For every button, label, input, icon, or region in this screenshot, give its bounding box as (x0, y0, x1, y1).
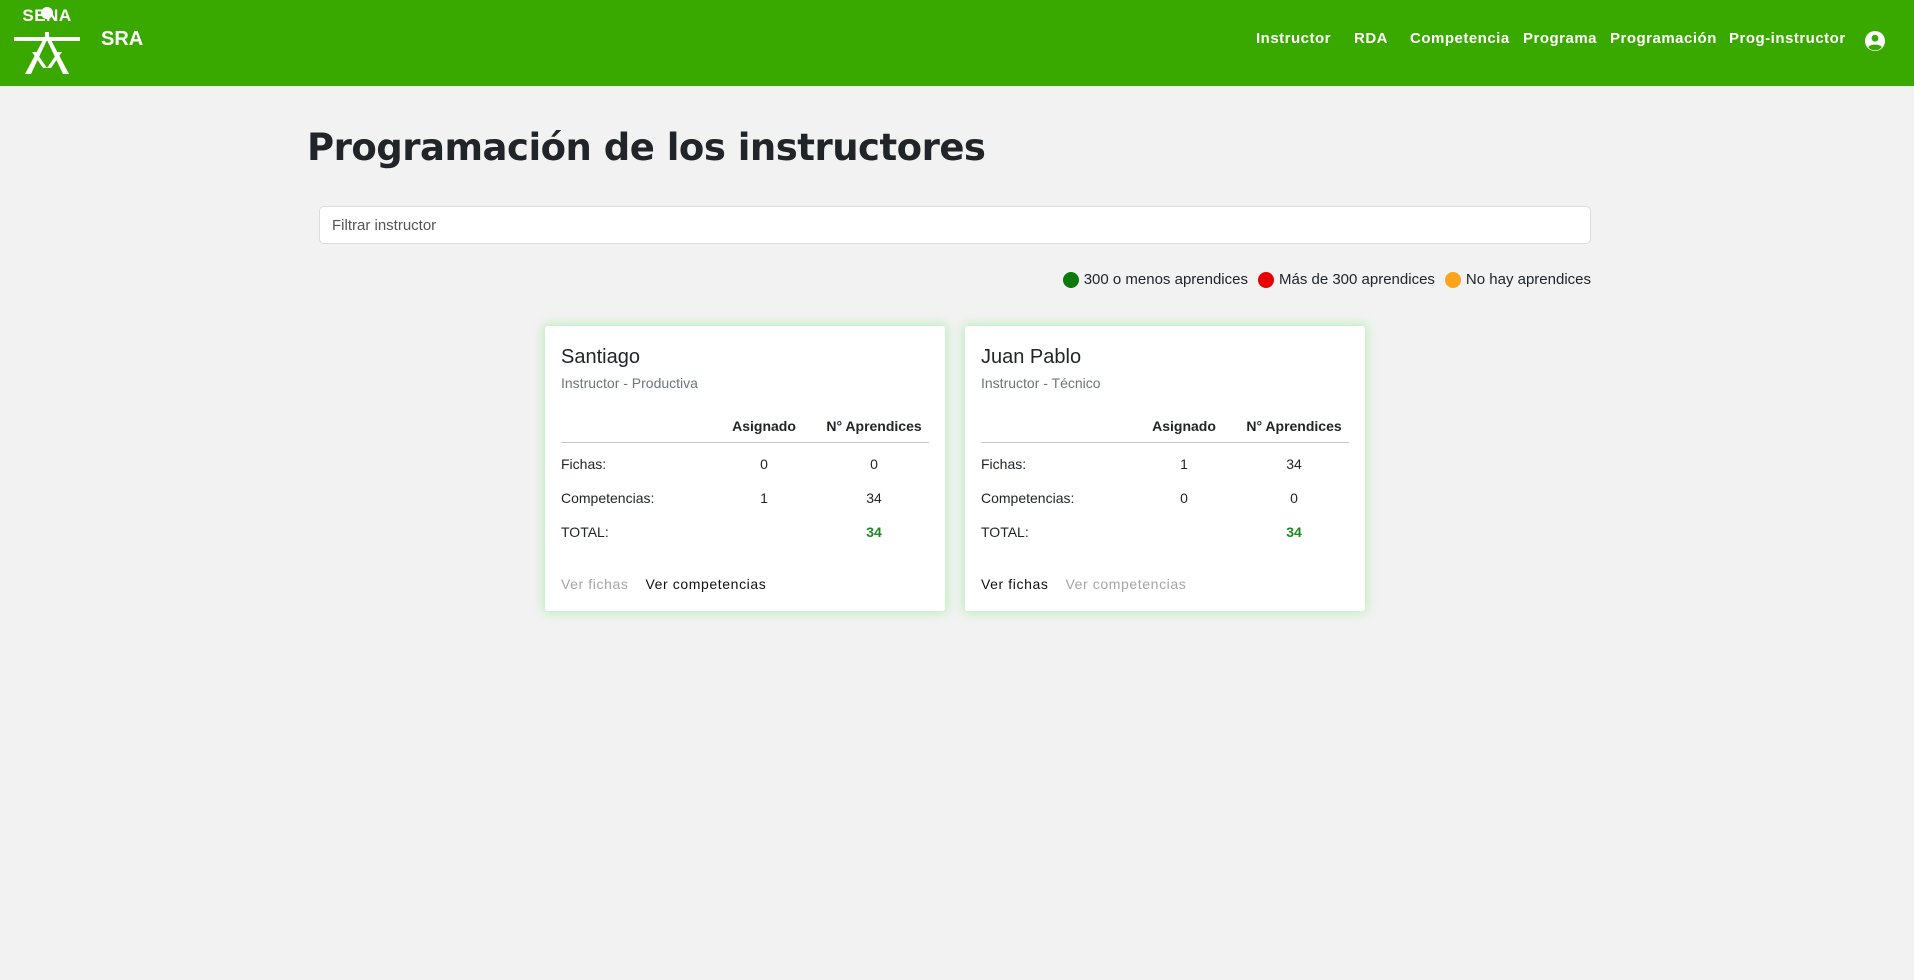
row-label: Fichas: (561, 456, 607, 472)
app-brand[interactable]: SRA (101, 28, 143, 51)
legend-item-high: Más de 300 aprendices (1257, 271, 1435, 288)
top-navbar: SENA SRA Instructor RDA Competencia Prog… (0, 0, 1914, 86)
card-actions: Ver fichas Ver competencias (981, 576, 1186, 592)
sena-emblem-icon (14, 7, 80, 74)
instructor-card: Juan Pablo Instructor - Técnico Asignado… (965, 326, 1365, 611)
page-title: Programación de los instructores (307, 126, 986, 169)
legend-label: 300 o menos aprendices (1083, 271, 1248, 288)
assigned-value: 0 (760, 456, 768, 472)
header-learners: N° Aprendices (819, 410, 929, 443)
ver-fichas-link[interactable]: Ver fichas (981, 576, 1048, 592)
header-empty (561, 410, 709, 443)
instructor-role: Instructor - Productiva (561, 375, 698, 391)
row-label: TOTAL: (561, 524, 609, 540)
filter-instructor-input[interactable] (319, 206, 1591, 244)
row-label: Fichas: (981, 456, 1027, 472)
total-value: 34 (866, 524, 882, 540)
account-circle-icon (1865, 31, 1885, 51)
table-row-total: TOTAL: 34 (561, 515, 929, 549)
red-dot-icon (1257, 271, 1274, 288)
sena-logo[interactable]: SENA (12, 6, 82, 76)
learners-value: 34 (1286, 456, 1302, 472)
table-row: Competencias: 0 0 (981, 481, 1349, 515)
card-actions: Ver fichas Ver competencias (561, 576, 766, 592)
header-assigned: Asignado (709, 410, 819, 443)
legend-item-none: No hay aprendices (1444, 271, 1591, 288)
table-row: Fichas: 0 0 (561, 443, 929, 482)
header-learners: N° Aprendices (1239, 410, 1349, 443)
account-button[interactable] (1863, 29, 1887, 53)
table-row: Competencias: 1 34 (561, 481, 929, 515)
instructor-name: Santiago (561, 346, 640, 368)
stats-table: Asignado N° Aprendices Fichas: 1 34 Comp… (981, 410, 1349, 549)
orange-dot-icon (1444, 271, 1461, 288)
assigned-value (1129, 515, 1239, 549)
table-header-row: Asignado N° Aprendices (561, 410, 929, 443)
assigned-value: 0 (1180, 490, 1188, 506)
legend-label: Más de 300 aprendices (1278, 271, 1435, 288)
nav-programa[interactable]: Programa (1523, 30, 1597, 47)
assigned-value (709, 515, 819, 549)
row-label: Competencias: (981, 490, 1075, 506)
table-row: Fichas: 1 34 (981, 443, 1349, 482)
nav-competencia[interactable]: Competencia (1410, 30, 1510, 47)
stats-table: Asignado N° Aprendices Fichas: 0 0 Compe… (561, 410, 929, 549)
learners-value: 0 (870, 456, 878, 472)
legend-item-low: 300 o menos aprendices (1062, 271, 1248, 288)
nav-prog-instructor[interactable]: Prog-instructor (1729, 30, 1846, 47)
nav-instructor[interactable]: Instructor (1256, 30, 1331, 47)
assigned-value: 1 (1180, 456, 1188, 472)
legend-label: No hay aprendices (1465, 271, 1591, 288)
header-assigned: Asignado (1129, 410, 1239, 443)
row-label: Competencias: (561, 490, 655, 506)
row-label: TOTAL: (981, 524, 1029, 540)
nav-programacion[interactable]: Programación (1610, 30, 1717, 47)
learners-value: 0 (1290, 490, 1298, 506)
ver-competencias-link[interactable]: Ver competencias (1065, 576, 1186, 592)
ver-competencias-link[interactable]: Ver competencias (645, 576, 766, 592)
green-dot-icon (1062, 271, 1079, 288)
instructor-name: Juan Pablo (981, 346, 1082, 368)
assigned-value: 1 (760, 490, 768, 506)
instructor-role: Instructor - Técnico (981, 375, 1101, 391)
learners-value: 34 (866, 490, 882, 506)
table-row-total: TOTAL: 34 (981, 515, 1349, 549)
ver-fichas-link[interactable]: Ver fichas (561, 576, 628, 592)
legend: 300 o menos aprendices Más de 300 aprend… (1062, 271, 1591, 288)
instructor-card: Santiago Instructor - Productiva Asignad… (545, 326, 945, 611)
header-empty (981, 410, 1129, 443)
table-header-row: Asignado N° Aprendices (981, 410, 1349, 443)
nav-rda[interactable]: RDA (1354, 30, 1388, 47)
total-value: 34 (1286, 524, 1302, 540)
